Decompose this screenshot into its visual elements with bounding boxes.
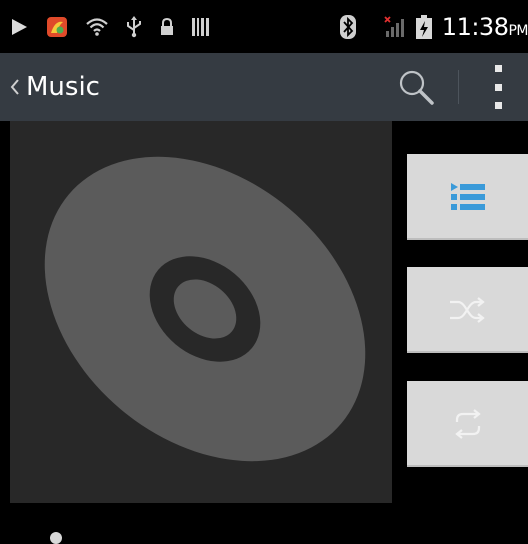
status-bar: 11:38PM [0, 0, 528, 53]
back-button[interactable]: Music [10, 53, 100, 121]
chevron-left-icon [10, 78, 20, 96]
search-button[interactable] [396, 67, 436, 107]
system-status: 11:38PM [339, 0, 528, 53]
battery-charging-icon [415, 14, 432, 39]
page-title: Music [26, 72, 100, 102]
action-bar-divider [458, 70, 459, 104]
playlist-icon [450, 183, 485, 210]
barcode-icon [192, 17, 210, 37]
overflow-menu-icon [494, 102, 502, 109]
wifi-icon [86, 17, 108, 37]
signal-icon [384, 15, 406, 38]
search-icon [399, 70, 434, 105]
overflow-menu-button[interactable] [478, 65, 518, 109]
shuffle-icon [449, 297, 485, 323]
clock-time: 11:38 [441, 12, 509, 41]
overflow-menu-icon [494, 83, 502, 91]
action-bar: Music [0, 53, 528, 121]
disc-icon [44, 156, 366, 462]
clock-ampm: PM [508, 22, 528, 39]
play-icon [10, 18, 28, 36]
now-playing-list-button[interactable] [407, 154, 528, 240]
bluetooth-icon [339, 14, 356, 39]
repeat-button[interactable] [407, 381, 528, 467]
app-notification-icon [46, 16, 68, 38]
clock: 11:38PM [442, 13, 528, 41]
lock-icon [160, 17, 174, 36]
overflow-menu-icon [494, 65, 502, 72]
seek-handle[interactable] [50, 532, 62, 544]
repeat-icon [454, 409, 481, 439]
album-art[interactable] [10, 121, 392, 503]
notification-icons [10, 0, 210, 53]
shuffle-button[interactable] [407, 267, 528, 353]
usb-icon [126, 15, 142, 38]
